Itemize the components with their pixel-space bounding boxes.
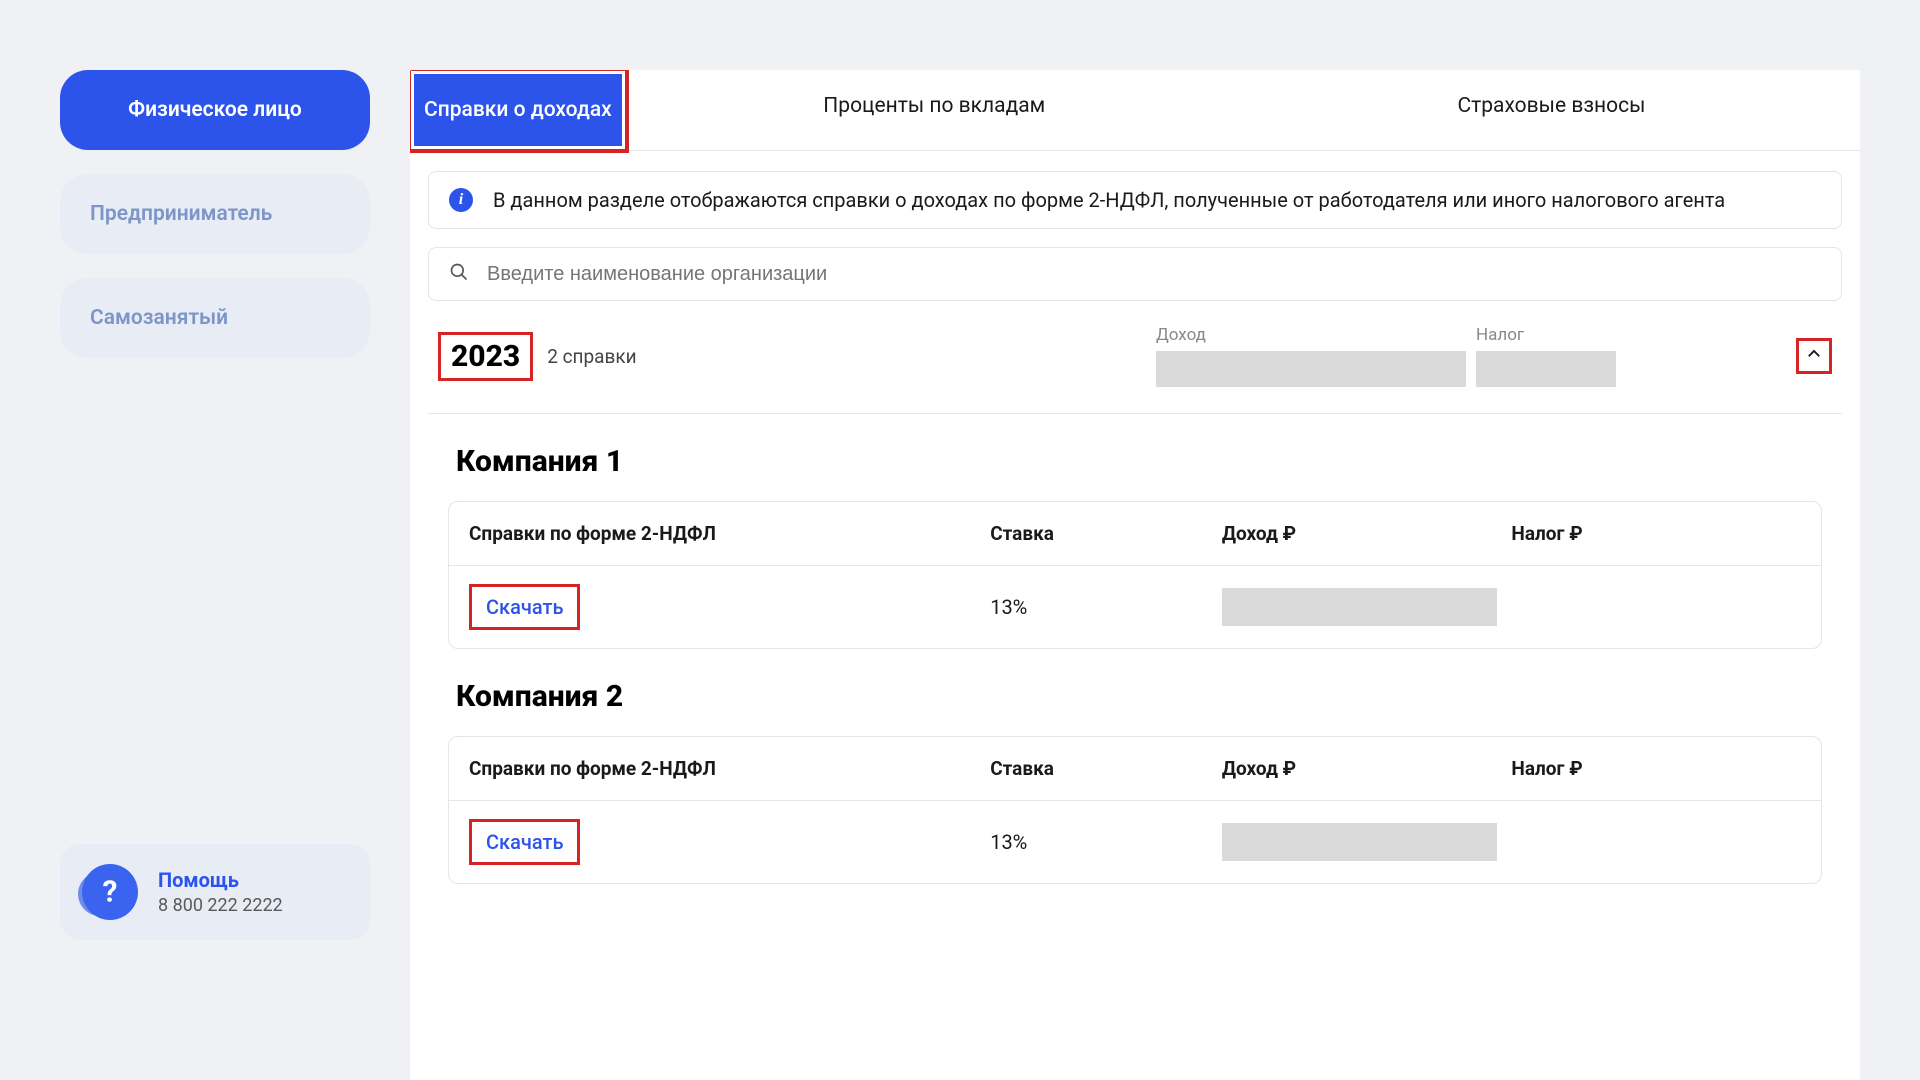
income-redacted [1222, 588, 1497, 626]
search-icon [449, 262, 469, 286]
help-phone: 8 800 222 2222 [158, 895, 283, 916]
certificate-table: Справки по форме 2-НДФЛ Ставка Доход ₽ Н… [448, 501, 1822, 649]
tabs: Справки о доходах Проценты по вкладам Ст… [410, 70, 1860, 151]
collapse-toggle[interactable] [1796, 338, 1832, 374]
chevron-up-icon [1805, 345, 1823, 367]
tab-label: Страховые взносы [1457, 94, 1645, 118]
income-header: Доход [1156, 325, 1466, 345]
company-block: Компания 1 Справки по форме 2-НДФЛ Ставк… [428, 444, 1842, 649]
table-row: Скачать 13% [449, 566, 1821, 648]
income-redacted [1222, 823, 1497, 861]
download-button[interactable]: Скачать [469, 819, 580, 865]
th-rate: Ставка [990, 522, 1222, 545]
year-summary: 2023 2 справки Доход Налог [428, 325, 1842, 414]
help-icon: ? [82, 864, 138, 920]
tab-deposit-interest[interactable]: Проценты по вкладам [626, 70, 1243, 150]
info-banner: i В данном разделе отображаются справки … [428, 171, 1842, 229]
rate-value: 13% [990, 830, 1222, 854]
search-bar[interactable] [428, 247, 1842, 301]
tab-insurance[interactable]: Страховые взносы [1243, 70, 1860, 150]
th-tax: Налог ₽ [1511, 757, 1801, 780]
download-button[interactable]: Скачать [469, 584, 580, 630]
year-label: 2023 [438, 332, 533, 381]
sidebar: Физическое лицо Предприниматель Самозаня… [60, 70, 370, 1080]
th-income: Доход ₽ [1222, 757, 1512, 780]
table-row: Скачать 13% [449, 801, 1821, 883]
th-income: Доход ₽ [1222, 522, 1512, 545]
company-name: Компания 2 [456, 679, 1822, 714]
tax-redacted [1476, 351, 1616, 387]
info-icon: i [449, 188, 473, 212]
sidebar-item-entrepreneur[interactable]: Предприниматель [60, 174, 370, 254]
main-panel: Справки о доходах Проценты по вкладам Ст… [410, 70, 1860, 1080]
sidebar-item-individual[interactable]: Физическое лицо [60, 70, 370, 150]
tax-header: Налог [1476, 325, 1616, 345]
help-card[interactable]: ? Помощь 8 800 222 2222 [60, 844, 370, 940]
th-tax: Налог ₽ [1511, 522, 1801, 545]
income-redacted [1156, 351, 1466, 387]
sidebar-item-label: Самозанятый [90, 306, 228, 330]
sidebar-item-selfemployed[interactable]: Самозанятый [60, 278, 370, 358]
rate-value: 13% [990, 595, 1222, 619]
th-cert: Справки по форме 2-НДФЛ [469, 522, 990, 545]
info-text: В данном разделе отображаются справки о … [493, 188, 1725, 212]
year-count: 2 справки [547, 345, 636, 368]
certificate-table: Справки по форме 2-НДФЛ Ставка Доход ₽ Н… [448, 736, 1822, 884]
sidebar-item-label: Предприниматель [90, 202, 272, 226]
tab-label: Справки о доходах [424, 98, 612, 122]
tab-label: Проценты по вкладам [823, 94, 1045, 118]
company-block: Компания 2 Справки по форме 2-НДФЛ Ставк… [428, 679, 1842, 884]
company-name: Компания 1 [456, 444, 1822, 479]
th-cert: Справки по форме 2-НДФЛ [469, 757, 990, 780]
th-rate: Ставка [990, 757, 1222, 780]
tab-income-certificates[interactable]: Справки о доходах [414, 74, 622, 146]
sidebar-item-label: Физическое лицо [128, 98, 302, 122]
search-input[interactable] [487, 263, 1821, 286]
help-title: Помощь [158, 868, 283, 892]
